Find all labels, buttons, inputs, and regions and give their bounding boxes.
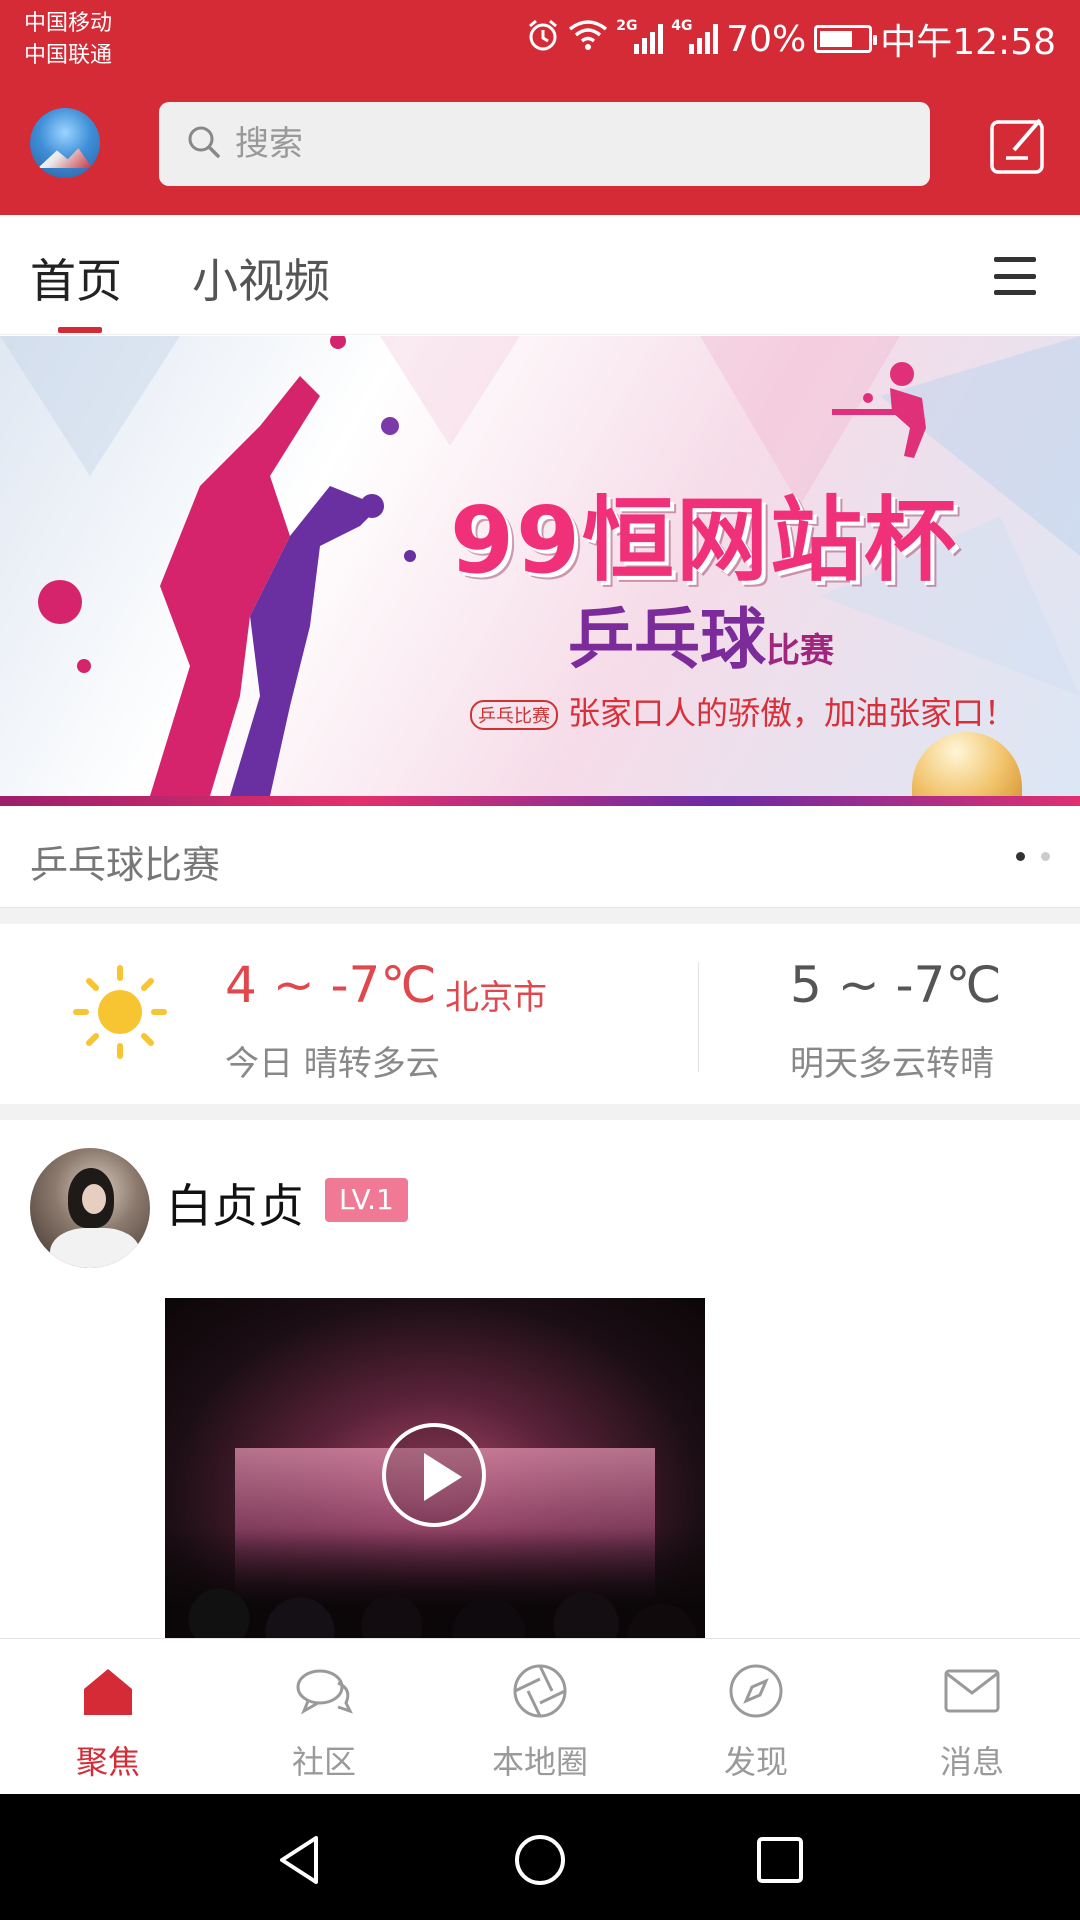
back-icon[interactable]: [272, 1832, 328, 1888]
bottom-nav: 聚焦 社区 本地圈 发现 消息: [0, 1638, 1080, 1794]
channel-tabs: 首页 小视频: [0, 215, 1080, 335]
system-nav-bar: [0, 1794, 1080, 1920]
banner-caption-bar: 乒乓球比赛: [0, 806, 1080, 908]
nav-label: 发现: [723, 1743, 788, 1781]
app-screen: 中国移动 中国联通 2G 4G 70% 中午12:58 搜索 首页 小视频 99…: [0, 0, 1080, 1920]
carousel-dot[interactable]: [1041, 852, 1050, 861]
edit-icon[interactable]: [988, 114, 1050, 176]
tomorrow-weather-description: 明天多云转晴: [790, 1044, 994, 1084]
battery-icon: [814, 25, 878, 53]
nav-label: 本地圈: [491, 1743, 588, 1781]
level-badge: LV.1: [325, 1178, 408, 1222]
tab-home[interactable]: 首页: [30, 245, 122, 311]
banner-carousel[interactable]: 99恒网站杯 乒乓球比赛 乒乓比赛 张家口人的骄傲，加油张家口！: [0, 336, 1080, 806]
carousel-dot[interactable]: [1016, 852, 1025, 861]
carrier-1: 中国移动: [24, 11, 113, 36]
wifi-icon: [568, 19, 608, 60]
carousel-dots: [1016, 852, 1050, 861]
banner-title: 99恒网站杯: [450, 487, 959, 594]
weather-card[interactable]: 4 ~ -7℃ 北京市 今日 晴转多云 5 ~ -7℃ 明天多云转晴: [0, 924, 1080, 1104]
active-tab-indicator: [58, 327, 102, 333]
banner-strip: [0, 796, 1080, 806]
home-circle-icon[interactable]: [512, 1832, 568, 1888]
banner-subtitle: 乒乓球比赛: [568, 601, 834, 678]
battery-percent: 70%: [726, 18, 807, 60]
search-bar[interactable]: [159, 102, 930, 186]
carrier-info: 中国移动 中国联通: [24, 8, 112, 72]
carrier-2: 中国联通: [24, 43, 113, 68]
post-username[interactable]: 白贞贞: [166, 1170, 304, 1236]
today-weather-description: 今日 晴转多云: [225, 1044, 440, 1084]
tab-short-video[interactable]: 小视频: [192, 245, 330, 311]
nav-item-messages[interactable]: 消息: [864, 1639, 1080, 1795]
nav-item-community[interactable]: 社区: [216, 1639, 432, 1795]
nav-item-local[interactable]: 本地圈: [432, 1639, 648, 1795]
banner-caption: 乒乓球比赛: [30, 843, 221, 887]
app-logo[interactable]: [30, 108, 100, 178]
video-thumbnail[interactable]: [165, 1298, 705, 1638]
signal-icon-1: 2G: [616, 18, 664, 54]
avatar[interactable]: [30, 1148, 150, 1268]
chat-icon: [296, 1669, 353, 1715]
play-icon[interactable]: [382, 1423, 486, 1527]
nav-label: 社区: [291, 1743, 356, 1781]
banner-slogan: 乒乓比赛 张家口人的骄傲，加油张家口！: [470, 688, 1016, 734]
clock: 中午12:58: [880, 22, 1056, 63]
weather-city: 北京市: [445, 978, 547, 1018]
nav-item-focus[interactable]: 聚焦: [0, 1639, 216, 1795]
players-silhouette: [38, 336, 416, 796]
alarm-icon: [526, 18, 560, 61]
nav-label: 消息: [939, 1743, 1004, 1781]
compass-icon: [729, 1664, 783, 1718]
banner-badge: 乒乓比赛: [470, 700, 558, 730]
signal-icon-2: 4G: [671, 18, 719, 54]
today-temperature: 4 ~ -7℃: [225, 956, 437, 1014]
divider: [0, 908, 1080, 924]
sun-icon: [73, 965, 167, 1059]
nav-item-discover[interactable]: 发现: [648, 1639, 864, 1795]
table-tennis-player-icon: [832, 362, 926, 458]
aperture-icon: [513, 1664, 567, 1718]
search-icon: [187, 125, 221, 163]
menu-icon[interactable]: [994, 257, 1036, 295]
feed-post: 白贞贞 LV.1: [0, 1120, 1080, 1638]
mail-icon: [944, 1669, 1000, 1713]
search-input[interactable]: [235, 124, 835, 164]
status-icons: 2G 4G 70% 中午12:58: [526, 14, 1056, 64]
divider: [0, 1104, 1080, 1120]
weather-divider: [698, 962, 699, 1072]
header-bar: 中国移动 中国联通 2G 4G 70% 中午12:58: [0, 0, 1080, 215]
home-icon: [84, 1669, 132, 1715]
recents-icon[interactable]: [752, 1832, 808, 1888]
tomorrow-temperature: 5 ~ -7℃: [790, 956, 1002, 1014]
nav-label: 聚焦: [75, 1743, 140, 1781]
